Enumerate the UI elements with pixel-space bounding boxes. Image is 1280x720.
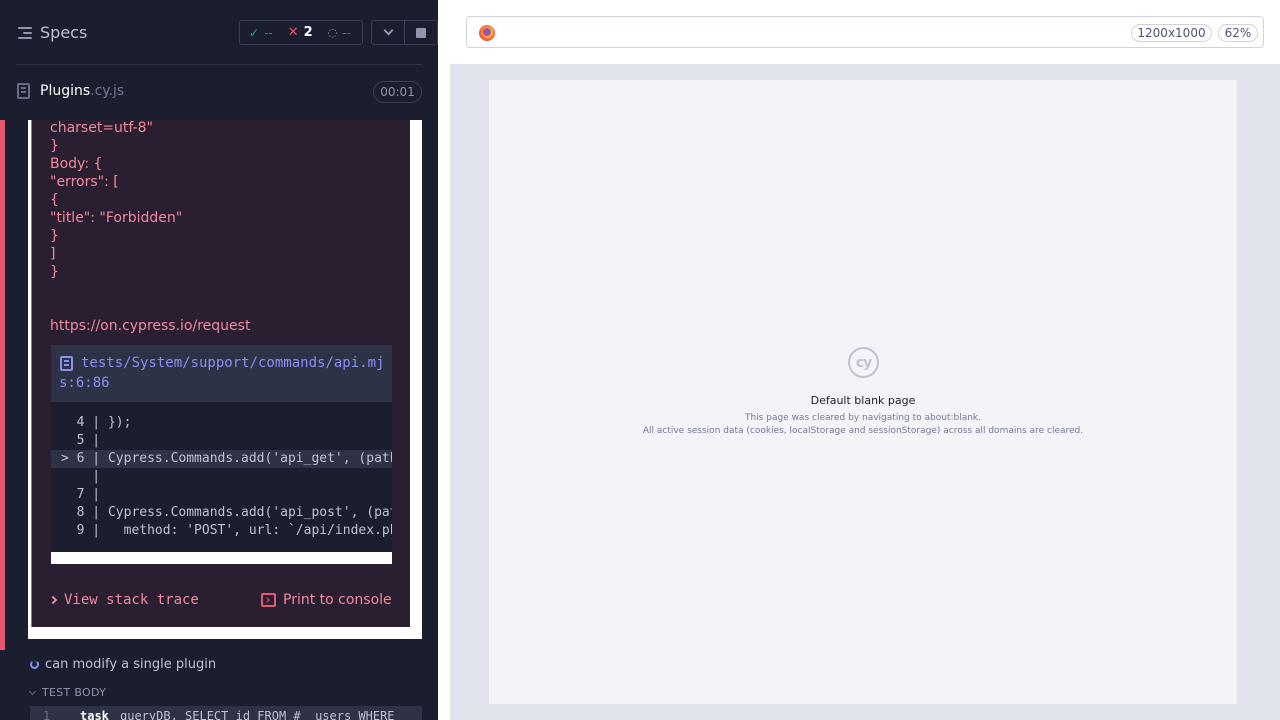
spec-name-base: Plugins: [40, 83, 91, 99]
stop-icon: [416, 27, 426, 38]
reporter-header: Specs ✓ -- ✕ 2 ◌ --: [0, 0, 438, 64]
failed-test-indicator: [0, 120, 5, 650]
error-line: }: [50, 264, 59, 280]
test-stats: ✓ -- ✕ 2 ◌ --: [239, 20, 363, 45]
spec-name-extension: .cy.js: [90, 83, 125, 99]
code-frame: tests/System/support/commands/api.mjs:6:…: [51, 345, 392, 564]
document-icon: [17, 83, 30, 99]
error-line: ]: [50, 246, 56, 262]
error-line: }: [50, 138, 59, 154]
test-body-section[interactable]: TEST BODY: [28, 686, 107, 699]
spinner-icon: ◌: [327, 26, 338, 39]
chevron-down-icon: [28, 687, 37, 695]
passed-stat: ✓ --: [240, 26, 279, 40]
blank-page-title: Default blank page: [810, 394, 916, 407]
expand-collapse-button[interactable]: [371, 20, 405, 45]
reporter-scrollbar[interactable]: [438, 0, 450, 720]
code-frame-scrollbar[interactable]: [51, 552, 392, 564]
code-line: 9 | method: 'POST', url: `/api/index.ph: [61, 523, 392, 538]
test-title: can modify a single plugin: [45, 657, 217, 672]
blank-page-line-2: All active session data (cookies, localS…: [642, 426, 1084, 436]
viewport-size-badge[interactable]: 1200x1000: [1131, 24, 1212, 42]
test-body-label: TEST BODY: [42, 686, 107, 699]
spec-duration: 00:01: [373, 81, 422, 103]
zoom-badge[interactable]: 62%: [1218, 24, 1258, 42]
test-title-row[interactable]: can modify a single plugin: [30, 657, 216, 672]
stop-button[interactable]: [404, 20, 438, 45]
spec-file-name: Plugins.cy.js: [40, 83, 124, 99]
code-line: |: [61, 469, 101, 484]
code-line-highlighted: > 6 | Cypress.Commands.add('api_get', (p…: [51, 450, 392, 468]
error-line: }: [50, 228, 59, 244]
spec-header[interactable]: Plugins.cy.js 00:01: [0, 65, 438, 120]
view-stack-trace-label: View stack trace: [64, 592, 199, 608]
error-message-box: charset=utf-8"} Body: { "errors": [ { "title…: [31, 120, 410, 627]
command-log: charset=utf-8"} Body: { "errors": [ { "title…: [0, 120, 438, 720]
code-frame-header[interactable]: tests/System/support/commands/api.mjs:6:…: [51, 345, 392, 402]
passed-count: --: [264, 25, 273, 40]
failed-count: 2: [303, 25, 313, 40]
error-line: {: [50, 192, 59, 208]
aut-header: 1200x1000 62%: [450, 0, 1280, 64]
command-message: queryDB, SELECT id FROM #__users WHERE: [120, 709, 395, 720]
cypress-logo-icon: cy: [848, 347, 879, 378]
x-icon: ✕: [287, 25, 299, 40]
code-line: 5 |: [61, 433, 101, 448]
pending-count: --: [342, 25, 351, 40]
command-name: task: [80, 709, 109, 720]
command-number: 1: [43, 709, 51, 720]
chevron-down-icon: [383, 25, 393, 36]
firefox-icon[interactable]: [479, 25, 495, 41]
url-bar[interactable]: 1200x1000 62%: [466, 16, 1264, 48]
error-line: Body: {: [50, 156, 103, 172]
code-frame-body: 4 | }); 5 | > 6 | Cypress.Commands.add('a…: [51, 402, 392, 552]
aut-viewport: cy Default blank page This page was clea…: [489, 80, 1237, 704]
reporter-panel: Specs ✓ -- ✕ 2 ◌ -- Plugins.cy.js 00:01 …: [0, 0, 438, 720]
terminal-icon: [261, 593, 276, 607]
aut-panel: 1200x1000 62% cy Default blank page This…: [450, 0, 1280, 720]
running-spinner-icon: [30, 660, 39, 669]
docs-link[interactable]: https://on.cypress.io/request: [50, 318, 250, 334]
blank-page-line-1: This page was cleared by navigating to a…: [744, 413, 981, 423]
chevron-right-icon: [48, 595, 58, 605]
check-icon: ✓: [249, 25, 260, 40]
error-line: charset=utf-8": [50, 120, 153, 136]
cypress-runner: Specs ✓ -- ✕ 2 ◌ -- Plugins.cy.js 00:01 …: [0, 0, 1280, 720]
code-line: 4 | });: [61, 415, 132, 430]
error-line: "title": "Forbidden": [50, 210, 183, 226]
error-line: "errors": [: [50, 174, 119, 190]
code-line: 8 | Cypress.Commands.add('api_post', (pa…: [61, 505, 392, 520]
failed-stat: ✕ 2: [279, 25, 319, 40]
code-frame-file-path[interactable]: tests/System/support/commands/api.mjs:6:…: [59, 353, 389, 393]
pending-stat: ◌ --: [319, 26, 357, 40]
print-to-console-button[interactable]: Print to console: [261, 592, 392, 608]
specs-title[interactable]: Specs: [40, 23, 87, 42]
code-line: 7 |: [61, 487, 101, 502]
command-row[interactable]: 1 task queryDB, SELECT id FROM #__users …: [30, 706, 422, 720]
specs-menu-icon[interactable]: [18, 27, 32, 39]
view-stack-trace-button[interactable]: View stack trace: [48, 592, 199, 608]
print-to-console-label: Print to console: [283, 592, 392, 608]
